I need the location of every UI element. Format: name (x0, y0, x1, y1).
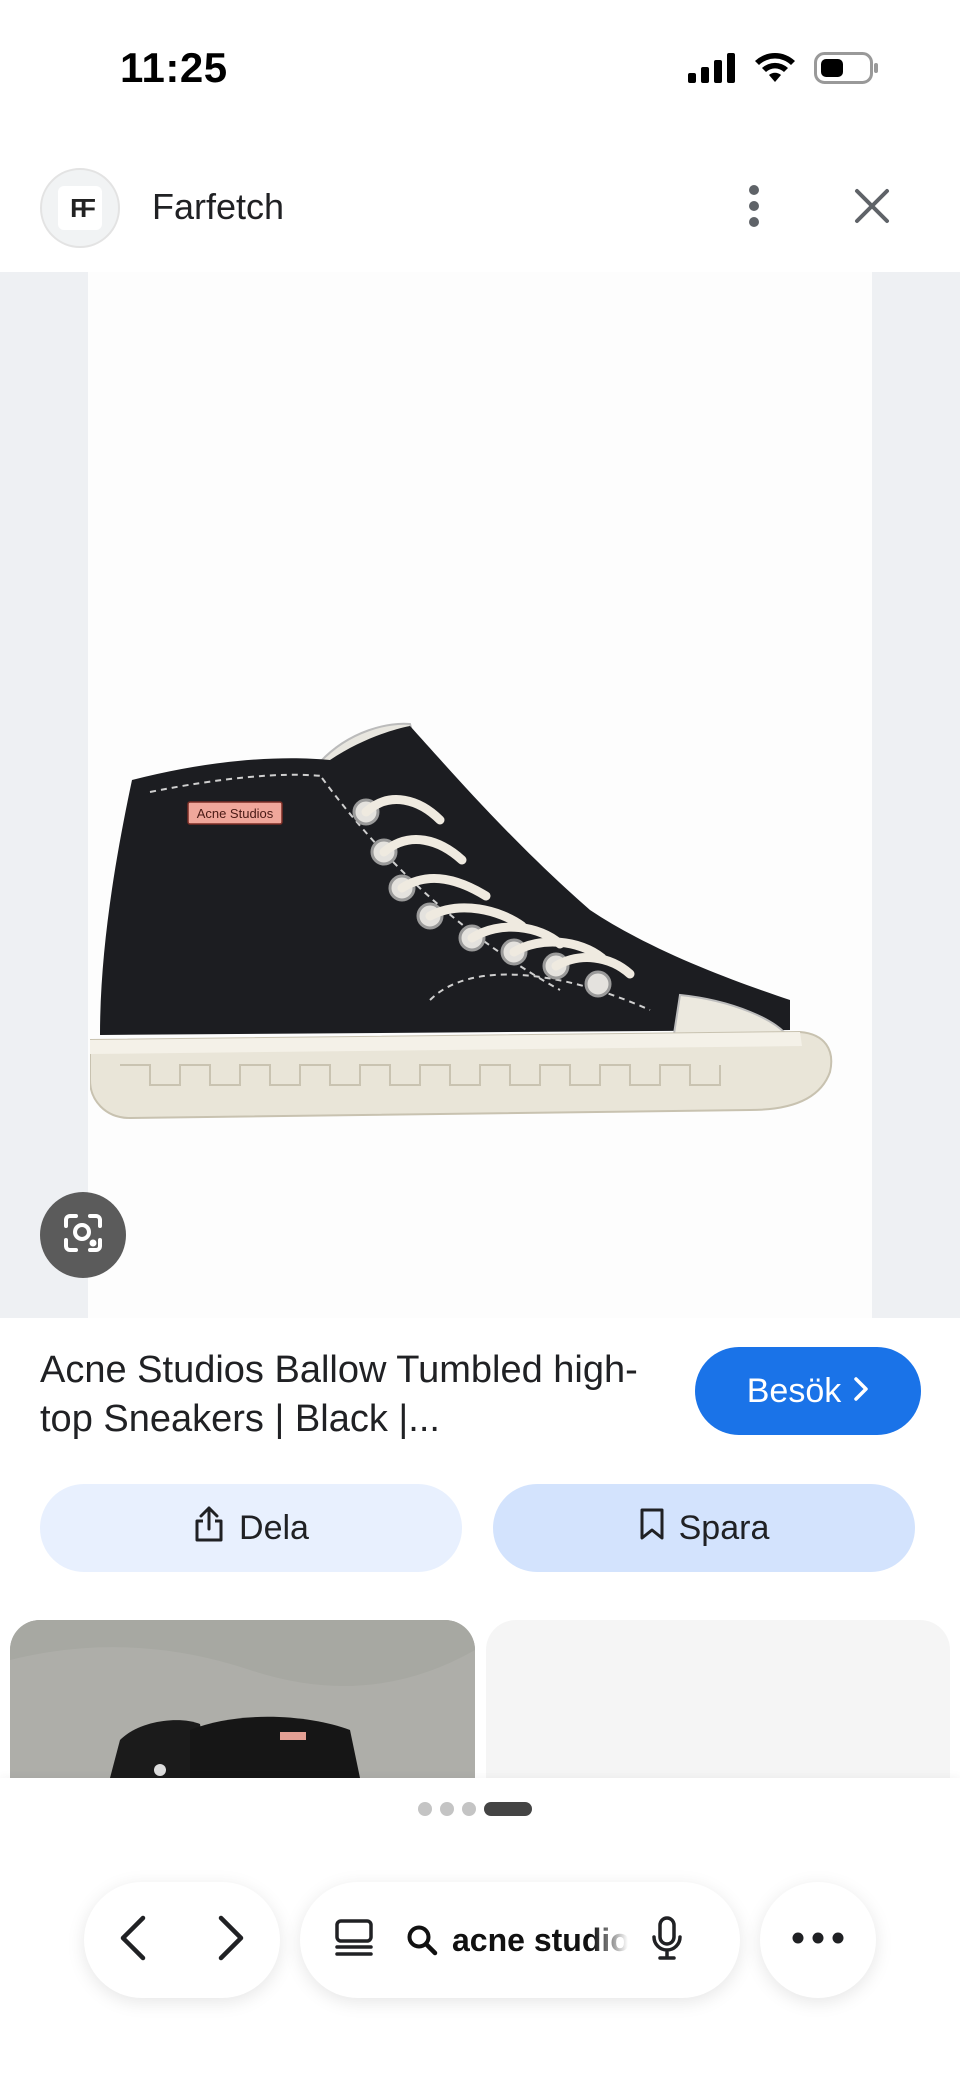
signal-icon (688, 52, 736, 88)
more-menu-button[interactable] (760, 1882, 876, 1998)
share-label: Dela (239, 1508, 309, 1547)
result-title[interactable]: Acne Studios Ballow Tumbled high-top Sne… (40, 1346, 640, 1444)
navigation-pill (84, 1882, 280, 1998)
search-query[interactable]: acne studios (452, 1922, 628, 1959)
status-icons (688, 50, 880, 90)
site-logo[interactable]: FF (40, 168, 120, 248)
page-dot (440, 1802, 454, 1816)
close-button[interactable] (848, 184, 896, 232)
chevron-left-icon (119, 1914, 147, 1967)
forward-button[interactable] (217, 1914, 245, 1967)
product-image[interactable]: Acne Studios (89, 700, 880, 1190)
tabs-button[interactable] (334, 1918, 374, 1963)
page-indicator (418, 1802, 532, 1816)
battery-icon (814, 51, 880, 89)
chevron-right-icon (217, 1914, 245, 1967)
more-vert-icon (748, 184, 760, 233)
brand-tag-text: Acne Studios (197, 806, 274, 821)
back-button[interactable] (119, 1914, 147, 1967)
share-button[interactable]: Dela (40, 1484, 462, 1572)
page-dot (418, 1802, 432, 1816)
site-name[interactable]: Farfetch (152, 186, 284, 228)
more-options-button[interactable] (736, 182, 772, 234)
visit-button[interactable]: Besök (695, 1347, 921, 1435)
page-dot (462, 1802, 476, 1816)
wifi-icon (754, 52, 796, 89)
search-bar[interactable]: acne studios (300, 1882, 740, 1998)
save-button[interactable]: Spara (493, 1484, 915, 1572)
related-result-card[interactable] (486, 1620, 950, 1778)
site-logo-mark: FF (58, 186, 102, 230)
voice-search-button[interactable] (650, 1915, 684, 1966)
share-icon (193, 1505, 225, 1552)
lens-icon (60, 1210, 106, 1261)
page-dot-active (484, 1802, 532, 1816)
more-horiz-icon (792, 1931, 844, 1949)
mic-icon (650, 1915, 684, 1966)
lens-search-button[interactable] (40, 1192, 126, 1278)
search-icon (406, 1924, 438, 1956)
related-result-card[interactable] (10, 1620, 475, 1778)
close-icon (854, 188, 890, 229)
tabs-icon (334, 1918, 374, 1963)
status-time: 11:25 (120, 44, 228, 91)
chevron-right-icon (853, 1372, 869, 1411)
bookmark-icon (639, 1507, 665, 1550)
visit-label: Besök (746, 1371, 842, 1410)
save-label: Spara (678, 1508, 770, 1547)
